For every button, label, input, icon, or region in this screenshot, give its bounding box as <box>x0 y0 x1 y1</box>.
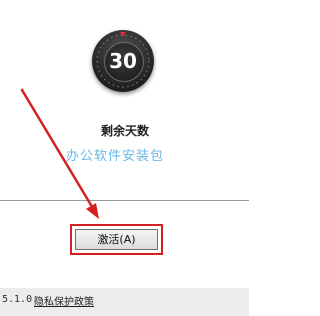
watermark-text: 办公软件安装包 <box>66 149 165 164</box>
days-remaining-number: 30 <box>109 49 137 73</box>
footer-bar: 5.1.0. 隐私保护政策 <box>0 288 249 316</box>
version-text: 5.1.0. <box>2 294 39 305</box>
countdown-dial: 30 <box>92 30 154 92</box>
privacy-policy-link[interactable]: 隐私保护政策 <box>34 293 94 308</box>
activate-button[interactable]: 激活(A) <box>75 229 158 250</box>
divider <box>0 200 249 201</box>
days-remaining-label: 剩余天数 <box>100 124 149 138</box>
